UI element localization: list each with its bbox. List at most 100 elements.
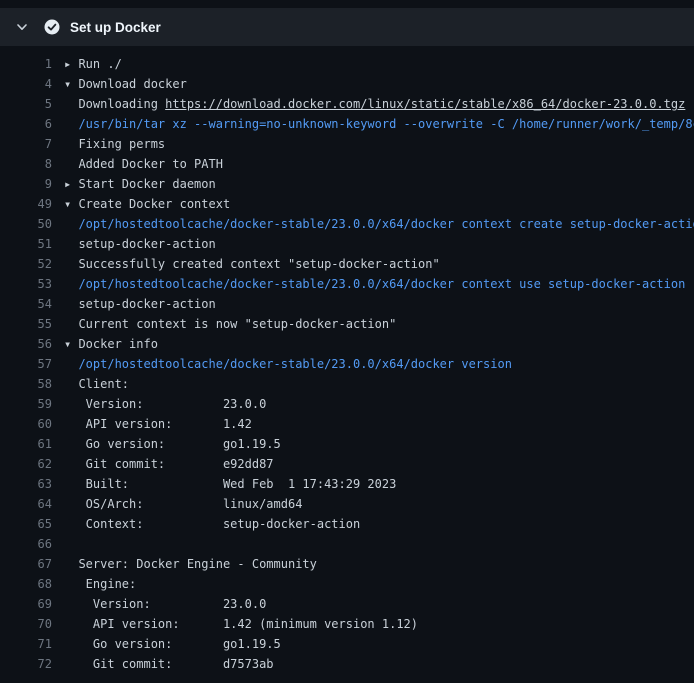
log-line: 52 Successfully created context "setup-d…	[0, 254, 694, 274]
line-number[interactable]: 59	[0, 394, 52, 414]
log-text: setup-docker-action	[64, 237, 216, 251]
log-line: 49▾ Create Docker context	[0, 194, 694, 214]
log-text: Successfully created context "setup-dock…	[64, 257, 440, 271]
line-content: ▸ Run ./	[52, 57, 122, 71]
line-number[interactable]: 5	[0, 94, 52, 114]
line-number[interactable]: 56	[0, 334, 52, 354]
line-content: Successfully created context "setup-dock…	[52, 257, 440, 271]
line-content: Go version: go1.19.5	[52, 637, 281, 651]
line-content: /opt/hostedtoolcache/docker-stable/23.0.…	[52, 217, 694, 231]
log-line: 53 /opt/hostedtoolcache/docker-stable/23…	[0, 274, 694, 294]
log-text: Server: Docker Engine - Community	[64, 557, 317, 571]
line-number[interactable]: 7	[0, 134, 52, 154]
line-content: ▸ Start Docker daemon	[52, 177, 216, 191]
line-content: Current context is now "setup-docker-act…	[52, 317, 396, 331]
line-number[interactable]: 69	[0, 594, 52, 614]
log-line: 62 Git commit: e92dd87	[0, 454, 694, 474]
line-number[interactable]: 49	[0, 194, 52, 214]
line-number[interactable]: 54	[0, 294, 52, 314]
log-line: 54 setup-docker-action	[0, 294, 694, 314]
line-content: ▾ Download docker	[52, 77, 187, 91]
line-number[interactable]: 6	[0, 114, 52, 134]
group-label[interactable]: Run ./	[71, 57, 122, 71]
line-number[interactable]: 8	[0, 154, 52, 174]
log-text: Downloading	[64, 97, 165, 111]
group-label[interactable]: Start Docker daemon	[71, 177, 216, 191]
line-number[interactable]: 50	[0, 214, 52, 234]
log-text: Built: Wed Feb 1 17:43:29 2023	[64, 477, 396, 491]
line-content: Server: Docker Engine - Community	[52, 557, 317, 571]
line-content: Fixing perms	[52, 137, 165, 151]
line-number[interactable]: 61	[0, 434, 52, 454]
line-number[interactable]: 70	[0, 614, 52, 634]
line-content: ▾ Docker info	[52, 337, 158, 351]
group-label[interactable]: Create Docker context	[71, 197, 230, 211]
line-number[interactable]: 51	[0, 234, 52, 254]
line-number[interactable]: 57	[0, 354, 52, 374]
line-content: ▾ Create Docker context	[52, 197, 230, 211]
line-number[interactable]: 71	[0, 634, 52, 654]
line-number[interactable]: 60	[0, 414, 52, 434]
line-content: API version: 1.42	[52, 417, 252, 431]
line-number[interactable]: 1	[0, 54, 52, 74]
command-text: /opt/hostedtoolcache/docker-stable/23.0.…	[64, 277, 685, 291]
line-number[interactable]: 67	[0, 554, 52, 574]
log-text: Fixing perms	[64, 137, 165, 151]
log-line: 55 Current context is now "setup-docker-…	[0, 314, 694, 334]
line-content: Built: Wed Feb 1 17:43:29 2023	[52, 477, 396, 491]
check-circle-icon	[44, 19, 60, 35]
line-number[interactable]: 9	[0, 174, 52, 194]
log-text: OS/Arch: linux/amd64	[64, 497, 302, 511]
line-content: /opt/hostedtoolcache/docker-stable/23.0.…	[52, 357, 512, 371]
line-content: setup-docker-action	[52, 297, 216, 311]
line-number[interactable]: 4	[0, 74, 52, 94]
log-line: 61 Go version: go1.19.5	[0, 434, 694, 454]
log-line: 65 Context: setup-docker-action	[0, 514, 694, 534]
log-text: Version: 23.0.0	[64, 597, 266, 611]
log-text: setup-docker-action	[64, 297, 216, 311]
line-number[interactable]: 55	[0, 314, 52, 334]
line-content	[52, 537, 64, 551]
line-content: Version: 23.0.0	[52, 397, 266, 411]
log-viewer-page: Set up Docker 1▸ Run ./4▾ Download docke…	[0, 0, 694, 683]
log-line: 72 Git commit: d7573ab	[0, 654, 694, 674]
log-line: 69 Version: 23.0.0	[0, 594, 694, 614]
chevron-down-icon[interactable]	[14, 19, 30, 35]
group-label[interactable]: Download docker	[71, 77, 187, 91]
line-number[interactable]: 52	[0, 254, 52, 274]
line-content: Git commit: e92dd87	[52, 457, 274, 471]
log-text: Go version: go1.19.5	[64, 437, 281, 451]
log-text: Git commit: e92dd87	[64, 457, 274, 471]
log-text: Current context is now "setup-docker-act…	[64, 317, 396, 331]
line-number[interactable]: 68	[0, 574, 52, 594]
line-number[interactable]: 65	[0, 514, 52, 534]
line-content: Go version: go1.19.5	[52, 437, 281, 451]
line-content: setup-docker-action	[52, 237, 216, 251]
line-content: Context: setup-docker-action	[52, 517, 360, 531]
line-number[interactable]: 53	[0, 274, 52, 294]
line-number[interactable]: 63	[0, 474, 52, 494]
log-text: Go version: go1.19.5	[64, 637, 281, 651]
line-content: OS/Arch: linux/amd64	[52, 497, 302, 511]
log-line: 4▾ Download docker	[0, 74, 694, 94]
log-line: 7 Fixing perms	[0, 134, 694, 154]
line-number[interactable]: 62	[0, 454, 52, 474]
log-line: 63 Built: Wed Feb 1 17:43:29 2023	[0, 474, 694, 494]
log-text: Client:	[64, 377, 129, 391]
log-text: Context: setup-docker-action	[64, 517, 360, 531]
log-line: 66	[0, 534, 694, 554]
log-line: 57 /opt/hostedtoolcache/docker-stable/23…	[0, 354, 694, 374]
step-title: Set up Docker	[70, 20, 161, 35]
log-line: 71 Go version: go1.19.5	[0, 634, 694, 654]
log-line: 67 Server: Docker Engine - Community	[0, 554, 694, 574]
line-content: Engine:	[52, 577, 136, 591]
log-text: API version: 1.42 (minimum version 1.12)	[64, 617, 418, 631]
group-label[interactable]: Docker info	[71, 337, 158, 351]
step-header[interactable]: Set up Docker	[0, 8, 694, 46]
line-number[interactable]: 58	[0, 374, 52, 394]
line-number[interactable]: 64	[0, 494, 52, 514]
log-line: 6 /usr/bin/tar xz --warning=no-unknown-k…	[0, 114, 694, 134]
log-link[interactable]: https://download.docker.com/linux/static…	[165, 97, 685, 111]
line-number[interactable]: 66	[0, 534, 52, 554]
line-number[interactable]: 72	[0, 654, 52, 674]
